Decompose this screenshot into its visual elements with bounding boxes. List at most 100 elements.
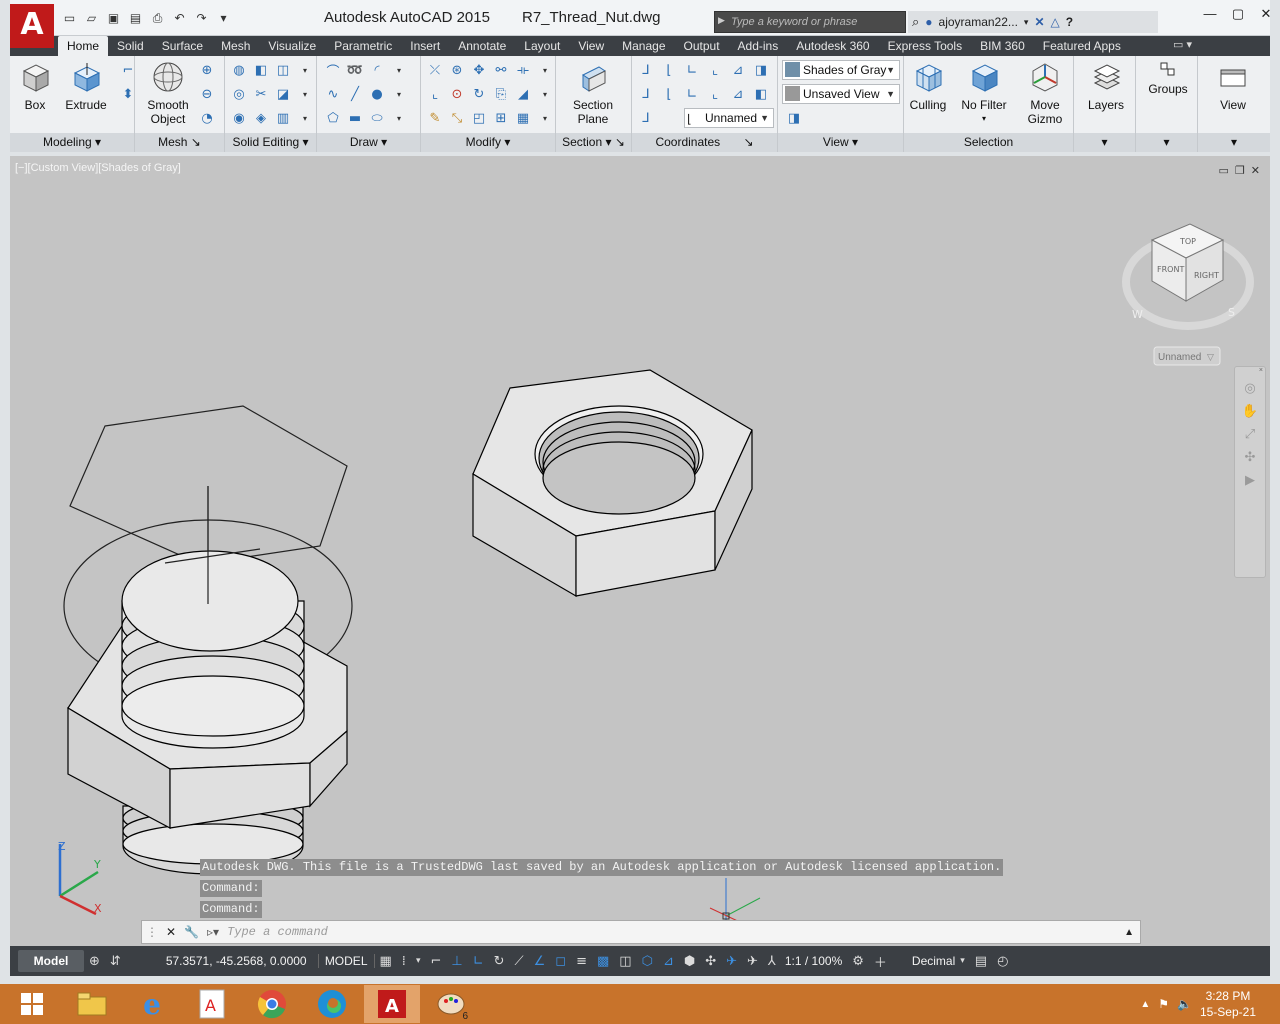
3d-osnap-icon[interactable]: ⬡: [642, 954, 653, 969]
grip-icon[interactable]: ⋮: [146, 925, 158, 939]
move-gizmo-button[interactable]: Move Gizmo: [1022, 60, 1068, 126]
clean-screen-icon[interactable]: ◴: [997, 954, 1008, 969]
ucs-previous-icon[interactable]: ∟: [682, 60, 702, 80]
navbar-close-icon[interactable]: ×: [1235, 367, 1265, 375]
open-file-icon[interactable]: ▱: [82, 9, 101, 27]
polyline-icon[interactable]: ⌒: [323, 60, 343, 80]
ribbon-minimize-icon[interactable]: ▭ ▾: [1173, 38, 1192, 51]
volume-icon[interactable]: 🔈: [1177, 997, 1192, 1011]
thread-nut-model[interactable]: [472, 369, 753, 598]
tab-insert[interactable]: Insert: [401, 36, 449, 56]
gizmo-icon[interactable]: ✣: [705, 954, 716, 969]
tab-bim-360[interactable]: BIM 360: [971, 36, 1034, 56]
minimize-icon[interactable]: —: [1196, 0, 1224, 30]
view-expand-icon[interactable]: ▾: [1198, 133, 1270, 152]
close-icon[interactable]: ✕: [166, 925, 176, 939]
ucs-object-icon[interactable]: ⌊: [659, 84, 679, 104]
user-icon[interactable]: ●: [925, 15, 932, 29]
smooth-object-button[interactable]: Smooth Object: [143, 60, 193, 126]
ucs-icon[interactable]: ⅃: [636, 60, 656, 80]
mesh-smooth-less-icon[interactable]: ⊖: [197, 84, 217, 104]
bolt-and-nut-model[interactable]: [63, 405, 353, 875]
thicken-icon[interactable]: ◈: [251, 108, 271, 128]
file-explorer-icon[interactable]: [64, 985, 120, 1023]
ucs-world-icon[interactable]: ⌊: [659, 60, 679, 80]
groups-expand-icon[interactable]: ▾: [1136, 133, 1197, 152]
annotation-scale-icon[interactable]: ⅄: [768, 954, 776, 969]
ucs-icon-props[interactable]: ◧: [751, 84, 771, 104]
subtract-icon[interactable]: ◎: [229, 84, 249, 104]
tab-autodesk-360[interactable]: Autodesk 360: [787, 36, 878, 56]
lineweight-icon[interactable]: ≡: [576, 954, 587, 969]
ucs-view-icon[interactable]: ∟: [682, 84, 702, 104]
selection-filter-icon[interactable]: ⬢: [684, 954, 695, 969]
tab-output[interactable]: Output: [675, 36, 729, 56]
internet-explorer-icon[interactable]: e: [124, 985, 180, 1023]
viewcube[interactable]: TOP FRONT RIGHT W S: [1122, 223, 1254, 330]
array-icon[interactable]: ⊞: [491, 108, 511, 128]
mesh-refine-icon[interactable]: ◔: [197, 108, 217, 128]
tab-mesh[interactable]: Mesh: [212, 36, 259, 56]
command-prompt-icon[interactable]: ▹▾: [207, 925, 219, 939]
object-snap-icon[interactable]: ◻: [555, 954, 566, 969]
help-icon[interactable]: ?: [1066, 15, 1073, 29]
dropdown-icon[interactable]: ▾: [535, 60, 555, 80]
arc-icon[interactable]: ◜: [367, 60, 387, 80]
quick-properties-icon[interactable]: ▤: [975, 954, 987, 969]
ucs-zaxis-icon[interactable]: ⌞: [705, 84, 725, 104]
dropdown-icon[interactable]: ▾: [389, 60, 409, 80]
polar-tracking-icon[interactable]: ↻: [494, 954, 505, 969]
grips-icon[interactable]: ▦: [513, 108, 533, 128]
ucs-3point-icon[interactable]: ⊿: [728, 84, 748, 104]
tab-add-ins[interactable]: Add-ins: [729, 36, 788, 56]
command-history-toggle-icon[interactable]: ▲: [1124, 927, 1134, 938]
copy-icon[interactable]: ⎘: [491, 84, 511, 104]
dropdown-icon[interactable]: ▾: [416, 956, 421, 966]
tab-annotate[interactable]: Annotate: [449, 36, 515, 56]
scale-icon[interactable]: ◰: [469, 108, 489, 128]
selection-cycling-icon[interactable]: ◫: [619, 954, 631, 969]
ucs-menu[interactable]: Unnamed ▽: [1153, 346, 1221, 366]
dropdown-icon[interactable]: ▾: [389, 84, 409, 104]
plot-icon[interactable]: ⎙: [148, 9, 167, 27]
chamfer-icon[interactable]: ◢: [513, 84, 533, 104]
model-space-button[interactable]: MODEL: [317, 954, 375, 968]
ucs-dropdown-icon[interactable]: ⅃: [636, 108, 656, 128]
saved-view-select[interactable]: Unsaved View ▼: [782, 84, 900, 104]
section-plane-button[interactable]: Section Plane: [568, 60, 618, 126]
tab-view[interactable]: View: [569, 36, 613, 56]
tab-layout[interactable]: Layout: [515, 36, 569, 56]
layers-button[interactable]: Layers: [1082, 60, 1130, 112]
dropdown-icon[interactable]: ▾: [389, 108, 409, 128]
show-hidden-icons-icon[interactable]: ▲: [1140, 999, 1150, 1010]
mesh-panel-title[interactable]: Mesh ↘: [135, 133, 224, 152]
view-button[interactable]: View: [1208, 60, 1258, 112]
maximize-icon[interactable]: ▢: [1224, 0, 1252, 30]
exchange-apps-icon[interactable]: ✕: [1034, 15, 1044, 29]
tab-home[interactable]: Home: [58, 36, 109, 56]
extract-edges-icon[interactable]: ◧: [251, 60, 271, 80]
3d-scale-icon[interactable]: ⊙: [447, 84, 467, 104]
isodraft-icon[interactable]: ⟋: [515, 954, 524, 969]
command-input[interactable]: Type a command: [227, 925, 328, 939]
infer-constraints-icon[interactable]: ⌐: [430, 954, 441, 969]
add-layout-icon[interactable]: ⊕: [89, 954, 100, 969]
circle-icon[interactable]: ●: [367, 84, 387, 104]
spline-icon[interactable]: ∿: [323, 84, 343, 104]
pan-icon[interactable]: ✋: [1235, 404, 1265, 419]
zoom-icon[interactable]: ⤢: [1235, 427, 1265, 442]
separate-icon[interactable]: ◫: [273, 60, 293, 80]
steering-wheel-icon[interactable]: ◎: [1235, 381, 1265, 396]
annotation-scale-value[interactable]: 1:1 / 100%: [785, 954, 842, 968]
system-clock[interactable]: 3:28 PM 15-Sep-21: [1200, 988, 1256, 1020]
tab-parametric[interactable]: Parametric: [325, 36, 401, 56]
chrome-icon[interactable]: [244, 985, 300, 1023]
groups-button[interactable]: Groups: [1144, 60, 1192, 96]
stretch-icon[interactable]: ⤡: [447, 108, 467, 128]
coordinates-panel-title[interactable]: Coordinates ↘: [632, 133, 777, 152]
intersect-icon[interactable]: ◉: [229, 108, 249, 128]
cursor-coordinates[interactable]: 57.3571, -45.2568, 0.0000: [166, 954, 318, 968]
modeling-panel-title[interactable]: Modeling ▾: [10, 133, 134, 152]
compass-south-label[interactable]: S: [1228, 306, 1235, 319]
ucs-x-icon[interactable]: ⊿: [728, 60, 748, 80]
